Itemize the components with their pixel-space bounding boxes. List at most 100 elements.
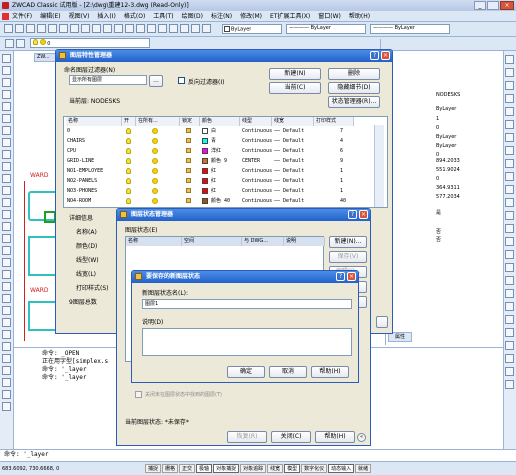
modify-tool-icon[interactable]: [505, 250, 514, 259]
grid-column-header[interactable]: 锁定: [180, 117, 200, 126]
layer-row[interactable]: GRID-LINE 颜色 9 CENTER —— Default 9: [64, 157, 387, 165]
menu-item[interactable]: 窗口(W): [318, 13, 341, 20]
draw-tool-icon[interactable]: [2, 222, 11, 231]
redo-icon[interactable]: [114, 24, 123, 33]
layer-linetype[interactable]: Continuous: [242, 147, 272, 155]
zoom-icon[interactable]: [136, 24, 145, 33]
layer-lineweight[interactable]: —— Default: [274, 157, 304, 165]
layer-state-icon[interactable]: [16, 39, 25, 48]
draw-tool-icon[interactable]: [2, 54, 11, 63]
modify-tool-icon[interactable]: [505, 198, 514, 207]
modify-tool-icon[interactable]: [505, 211, 514, 220]
status-toggle[interactable]: 栅格: [162, 464, 179, 473]
layer-linetype[interactable]: Continuous: [242, 167, 272, 175]
draw-tool-icon[interactable]: [2, 138, 11, 147]
modify-tool-icon[interactable]: [505, 172, 514, 181]
layer-grid-scrollbar[interactable]: [374, 125, 384, 207]
menu-item[interactable]: 工具(T): [153, 13, 173, 20]
menu-item[interactable]: 帮助(H): [349, 13, 370, 20]
layer-row[interactable]: CHAIRS 青 Continuous —— Default 4: [64, 137, 387, 145]
match-icon[interactable]: [92, 24, 101, 33]
modify-tool-icon[interactable]: [505, 55, 514, 64]
menu-item[interactable]: 修改(M): [240, 13, 262, 20]
layer-row[interactable]: NO1-EMPLOYEE 红 Continuous —— Default 1: [64, 167, 387, 175]
lock-icon[interactable]: [186, 128, 191, 133]
modify-tool-icon[interactable]: [505, 146, 514, 155]
bulb-icon[interactable]: [126, 188, 131, 194]
zoom-prev-icon[interactable]: [158, 24, 167, 33]
property-value[interactable]: ByLayer: [436, 134, 456, 140]
set-current-button[interactable]: 当前(C): [269, 82, 321, 94]
freeze-sun-icon[interactable]: [152, 148, 158, 154]
status-toggle[interactable]: 捕捉: [145, 464, 162, 473]
grid-column-header[interactable]: 在所有...: [136, 117, 180, 126]
state-column-header[interactable]: 与 DWG...: [242, 237, 284, 246]
lock-icon[interactable]: [186, 178, 191, 183]
modify-tool-icon[interactable]: [505, 224, 514, 233]
state-name-input[interactable]: 图层1: [142, 299, 352, 309]
layer-row[interactable]: CPU 洋红 Continuous —— Default 6: [64, 147, 387, 155]
modify-tool-icon[interactable]: [505, 120, 514, 129]
draw-tool-icon[interactable]: [2, 126, 11, 135]
layer-combo[interactable]: 0: [30, 38, 150, 48]
bulb-icon[interactable]: [126, 138, 131, 144]
status-toggle[interactable]: 就绪: [355, 464, 372, 473]
menu-item[interactable]: 绘图(D): [182, 13, 203, 20]
draw-tool-icon[interactable]: [2, 258, 11, 267]
property-value[interactable]: 0: [436, 176, 439, 182]
layer-lineweight[interactable]: —— Default: [274, 127, 304, 135]
state-column-header[interactable]: 说明: [284, 237, 325, 246]
property-value[interactable]: ByLayer: [436, 106, 456, 112]
modify-tool-icon[interactable]: [505, 367, 514, 376]
draw-tool-icon[interactable]: [2, 402, 11, 411]
modify-tool-icon[interactable]: [505, 276, 514, 285]
layer-row[interactable]: NO2-PANELS 红 Continuous —— Default 1: [64, 177, 387, 185]
layer-manager-icon[interactable]: [5, 39, 14, 48]
lock-icon[interactable]: [186, 188, 191, 193]
menu-item[interactable]: 插入(I): [97, 13, 115, 20]
close-state-manager-button[interactable]: ×: [359, 210, 368, 219]
grid-column-header[interactable]: 线宽: [272, 117, 314, 126]
modify-tool-icon[interactable]: [505, 380, 514, 389]
tool-palette-icon[interactable]: [191, 24, 200, 33]
color-swatch[interactable]: [202, 128, 208, 134]
layer-linetype[interactable]: Continuous: [242, 187, 272, 195]
layer-lineweight[interactable]: —— Default: [274, 137, 304, 145]
draw-tool-icon[interactable]: [2, 282, 11, 291]
cancel-button[interactable]: 取消: [269, 366, 307, 378]
state-help-button[interactable]: 帮助(H): [315, 431, 355, 443]
property-value[interactable]: 577.2034: [436, 194, 460, 200]
modify-tool-icon[interactable]: [505, 81, 514, 90]
status-toggle[interactable]: 线宽: [267, 464, 284, 473]
invert-filter-checkbox[interactable]: [178, 77, 185, 84]
state-new-button[interactable]: 新建(N)...: [329, 236, 367, 248]
bulb-icon[interactable]: [126, 158, 131, 164]
layer-linetype[interactable]: CENTER: [242, 157, 260, 165]
modify-tool-icon[interactable]: [505, 94, 514, 103]
new-layer-button[interactable]: 新建(N): [269, 68, 321, 80]
layer-row[interactable]: NO3-PHONES 红 Continuous —— Default 1: [64, 187, 387, 195]
state-column-header[interactable]: 名称: [126, 237, 182, 246]
paste-icon[interactable]: [81, 24, 90, 33]
status-toggle[interactable]: 对象追踪: [240, 464, 267, 473]
draw-tool-icon[interactable]: [2, 342, 11, 351]
draw-tool-icon[interactable]: [2, 390, 11, 399]
modify-tool-icon[interactable]: [505, 341, 514, 350]
draw-tool-icon[interactable]: [2, 150, 11, 159]
minimize-button[interactable]: _: [474, 1, 486, 10]
draw-tool-icon[interactable]: [2, 270, 11, 279]
modify-tool-icon[interactable]: [505, 133, 514, 142]
property-value[interactable]: 894.2033: [436, 158, 460, 164]
freeze-sun-icon[interactable]: [152, 128, 158, 134]
modify-tool-icon[interactable]: [505, 107, 514, 116]
draw-tool-icon[interactable]: [2, 186, 11, 195]
layer-row[interactable]: 0 白 Continuous —— Default 7: [64, 127, 387, 135]
new-icon[interactable]: [4, 24, 13, 33]
bulb-icon[interactable]: [126, 168, 131, 174]
state-manager-button[interactable]: 状态管理器(R)...: [328, 96, 380, 108]
help-icon[interactable]: [202, 24, 211, 33]
linetype-combo[interactable]: ———— ByLayer: [286, 24, 366, 34]
modify-tool-icon[interactable]: [505, 237, 514, 246]
grid-column-header[interactable]: 颜色: [200, 117, 240, 126]
help-title-button[interactable]: ?: [336, 272, 345, 281]
